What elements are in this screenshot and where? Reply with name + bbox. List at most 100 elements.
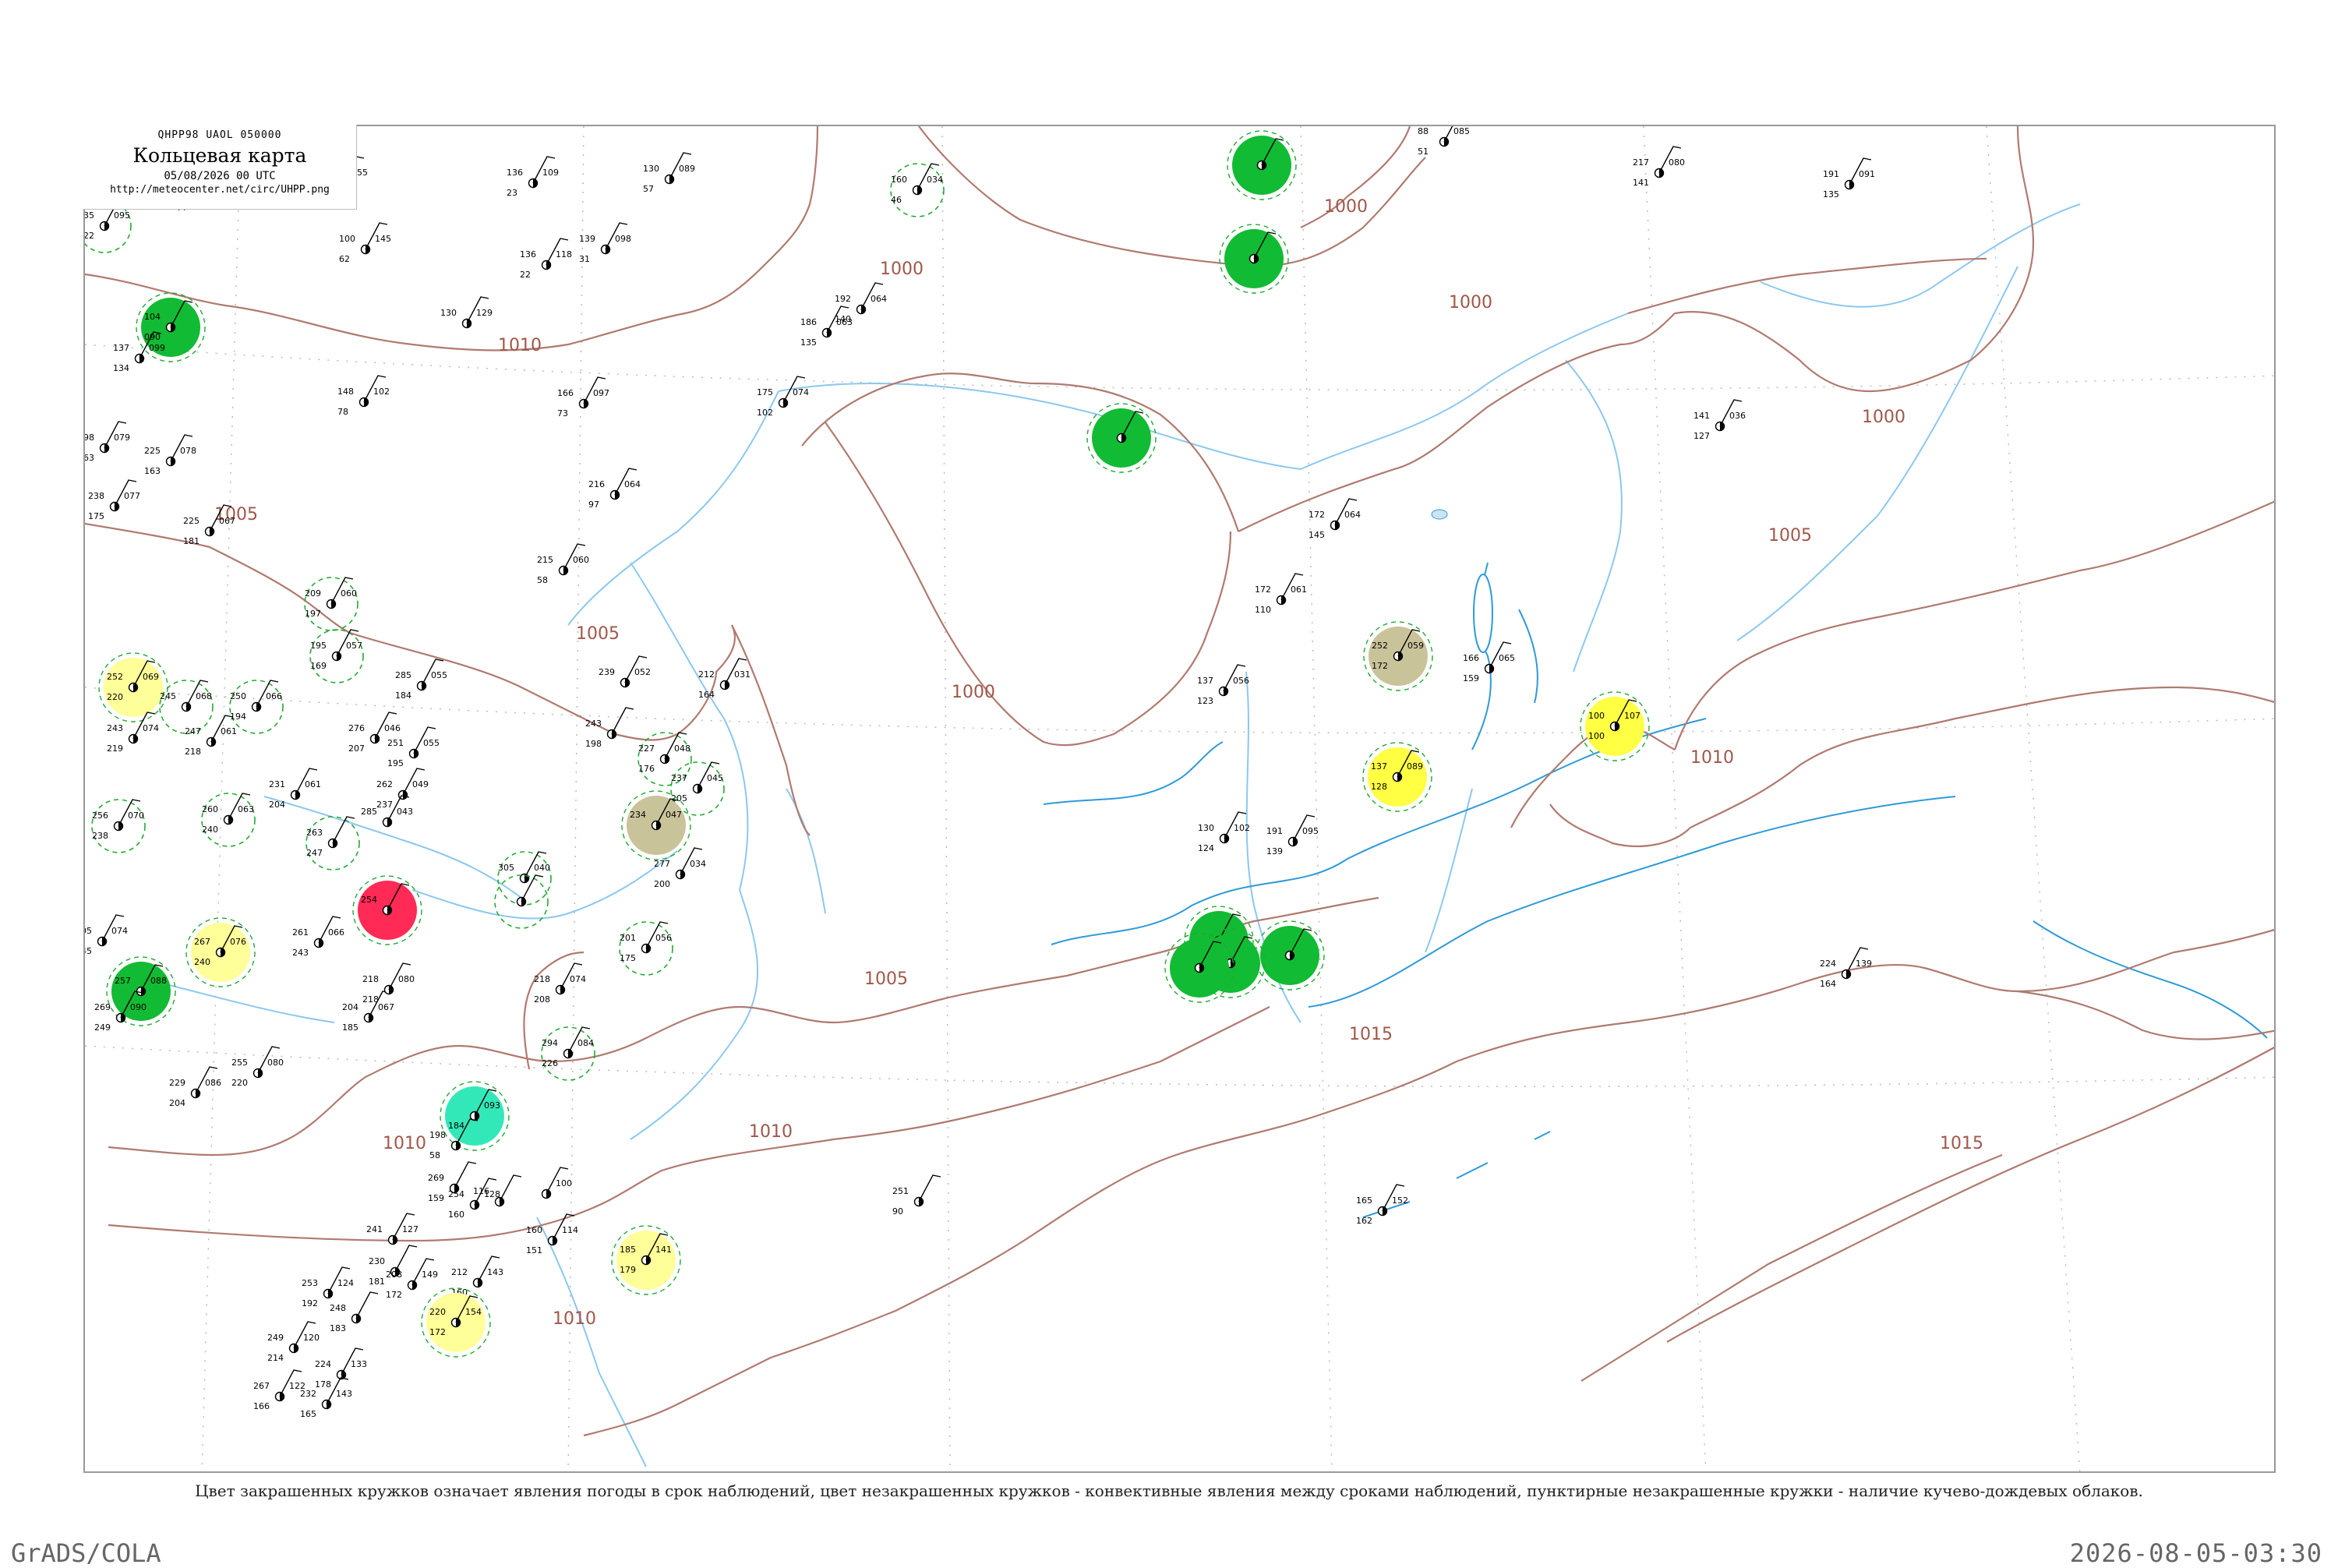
station-plot: 141 036 127: [1693, 399, 1746, 441]
station-tendency: 056: [655, 933, 672, 943]
legend-caption: Цвет закрашенных кружков означает явлени…: [195, 1481, 2143, 1500]
station-tendency: 152: [1392, 1195, 1408, 1206]
wind-barb-icon: [499, 1174, 522, 1202]
station-dewpoint: 243: [292, 948, 309, 958]
station-pressure: 254: [448, 1189, 464, 1199]
footer-software: GrADS/COLA: [11, 1538, 161, 1568]
station-tendency: 036: [1729, 411, 1746, 421]
station-pressure: 305: [498, 863, 514, 873]
station-tendency: 095: [114, 210, 130, 221]
station-dewpoint: 208: [534, 994, 550, 1005]
station-pressure: 130: [1198, 823, 1214, 833]
station-pressure: 160: [891, 175, 907, 185]
station-pressure: 269: [94, 1002, 111, 1012]
isobar-label: 1000: [880, 260, 924, 279]
station-dewpoint: 200: [654, 879, 670, 889]
station-dewpoint: 184: [395, 690, 411, 701]
station-pressure: 130: [643, 164, 659, 174]
station-plot: 230 181: [369, 1245, 418, 1287]
wind-barb-icon: [454, 1161, 477, 1189]
station-dewpoint: 181: [369, 1277, 385, 1287]
station-pressure: 104: [144, 312, 161, 322]
coastlines: [1043, 562, 2268, 1218]
station-tendency: 063: [836, 317, 853, 327]
station-dewpoint: 135: [800, 337, 817, 348]
station-pressure: 257: [115, 976, 131, 986]
station-plot: 267 076 240: [185, 917, 256, 987]
isobar-label: 1005: [1768, 526, 1812, 546]
station-plot: 248 183: [330, 1291, 379, 1333]
station-tendency: 118: [556, 249, 572, 260]
station-plot: 201 056 175: [619, 921, 673, 976]
station-tendency: 056: [1233, 676, 1249, 686]
wind-barb-icon: [611, 707, 634, 735]
station-tendency: 095: [1302, 826, 1319, 836]
station-plot: 243 198: [585, 707, 634, 749]
station-dewpoint: 135: [1823, 189, 1839, 200]
station-tendency: 098: [615, 234, 631, 244]
station-pressure: 252: [107, 672, 123, 682]
station-tendency: 109: [542, 168, 559, 178]
stations-layer: 1350951221040901370991341980791632250781…: [85, 126, 1875, 1419]
station-plot: 185 141 179: [611, 1225, 681, 1295]
station-dewpoint: 127: [1693, 431, 1710, 441]
station-plot: 186 063 135: [800, 305, 853, 348]
station-pressure: 172: [1309, 510, 1325, 520]
isobar-label: 1005: [576, 624, 620, 644]
footer-timestamp: 2026-08-05-03:30: [2069, 1538, 2322, 1568]
station-dewpoint: 62: [339, 254, 350, 264]
station-plot: 216 064 97: [588, 468, 641, 510]
station-dewpoint: 195: [387, 758, 404, 768]
station-pressure: 285: [361, 807, 377, 817]
station-plot: [494, 874, 549, 929]
station-tendency: 141: [655, 1245, 672, 1255]
station-dewpoint: 97: [588, 500, 599, 510]
station-pressure: 239: [599, 667, 615, 677]
station-plot: 224 133 178: [315, 1347, 367, 1390]
station-tendency: 088: [150, 976, 167, 986]
station-dewpoint: 247: [306, 848, 323, 858]
station-dewpoint: 166: [253, 1401, 270, 1411]
station-tendency: 060: [341, 588, 357, 599]
station-tendency: 074: [570, 974, 586, 984]
station-pressure: 216: [588, 479, 605, 489]
station-pressure: 254: [361, 895, 377, 905]
station-dewpoint: 159: [428, 1193, 444, 1203]
station-plot: 130 102 124: [1198, 811, 1250, 853]
station-plot: [1219, 224, 1289, 294]
station-pressure: 250: [230, 691, 246, 701]
station-dewpoint: 162: [1356, 1216, 1372, 1226]
isobar-label: 1015: [1940, 1134, 1983, 1153]
station-dewpoint: 165: [300, 1409, 316, 1419]
station-tendency: 149: [422, 1270, 438, 1280]
station-tendency: 114: [562, 1225, 578, 1235]
station-tendency: 139: [1856, 959, 1872, 969]
station-pressure: 294: [542, 1038, 558, 1048]
station-dewpoint: 214: [267, 1353, 284, 1363]
station-dewpoint: 151: [526, 1245, 542, 1255]
station-tendency: 064: [871, 294, 887, 304]
station-plot: 191 091 135: [1823, 157, 1875, 200]
station-pressure: 218: [362, 974, 379, 984]
station-plot: 254: [352, 875, 422, 945]
station-dewpoint: 124: [1198, 843, 1214, 853]
station-plot: 172 064 145: [1309, 498, 1361, 540]
station-tendency: 133: [351, 1359, 367, 1369]
station-pressure: 88: [1418, 126, 1429, 136]
station-dewpoint: 141: [1633, 178, 1649, 188]
station-pressure: 260: [202, 804, 218, 814]
map-frame: 1010 1005 1005 1000 1000 1000 1000 1000 …: [83, 125, 2276, 1473]
station-dewpoint: 240: [202, 825, 218, 835]
station-tendency: 052: [634, 667, 651, 677]
station-plot: 208 149 172: [386, 1258, 438, 1300]
map-title: Кольцевая карта: [132, 144, 307, 167]
station-plot: 172 061 110: [1255, 573, 1307, 615]
station-tendency: 089: [1407, 761, 1423, 772]
station-plot: 104090: [136, 292, 206, 362]
station-pressure: 136: [520, 249, 536, 260]
station-pressure: 229: [169, 1078, 185, 1088]
station-plot: 137 056 123: [1197, 664, 1249, 706]
station-tendency: 045: [707, 773, 723, 783]
island: [1473, 574, 1493, 653]
station-tendency: 145: [375, 234, 391, 244]
